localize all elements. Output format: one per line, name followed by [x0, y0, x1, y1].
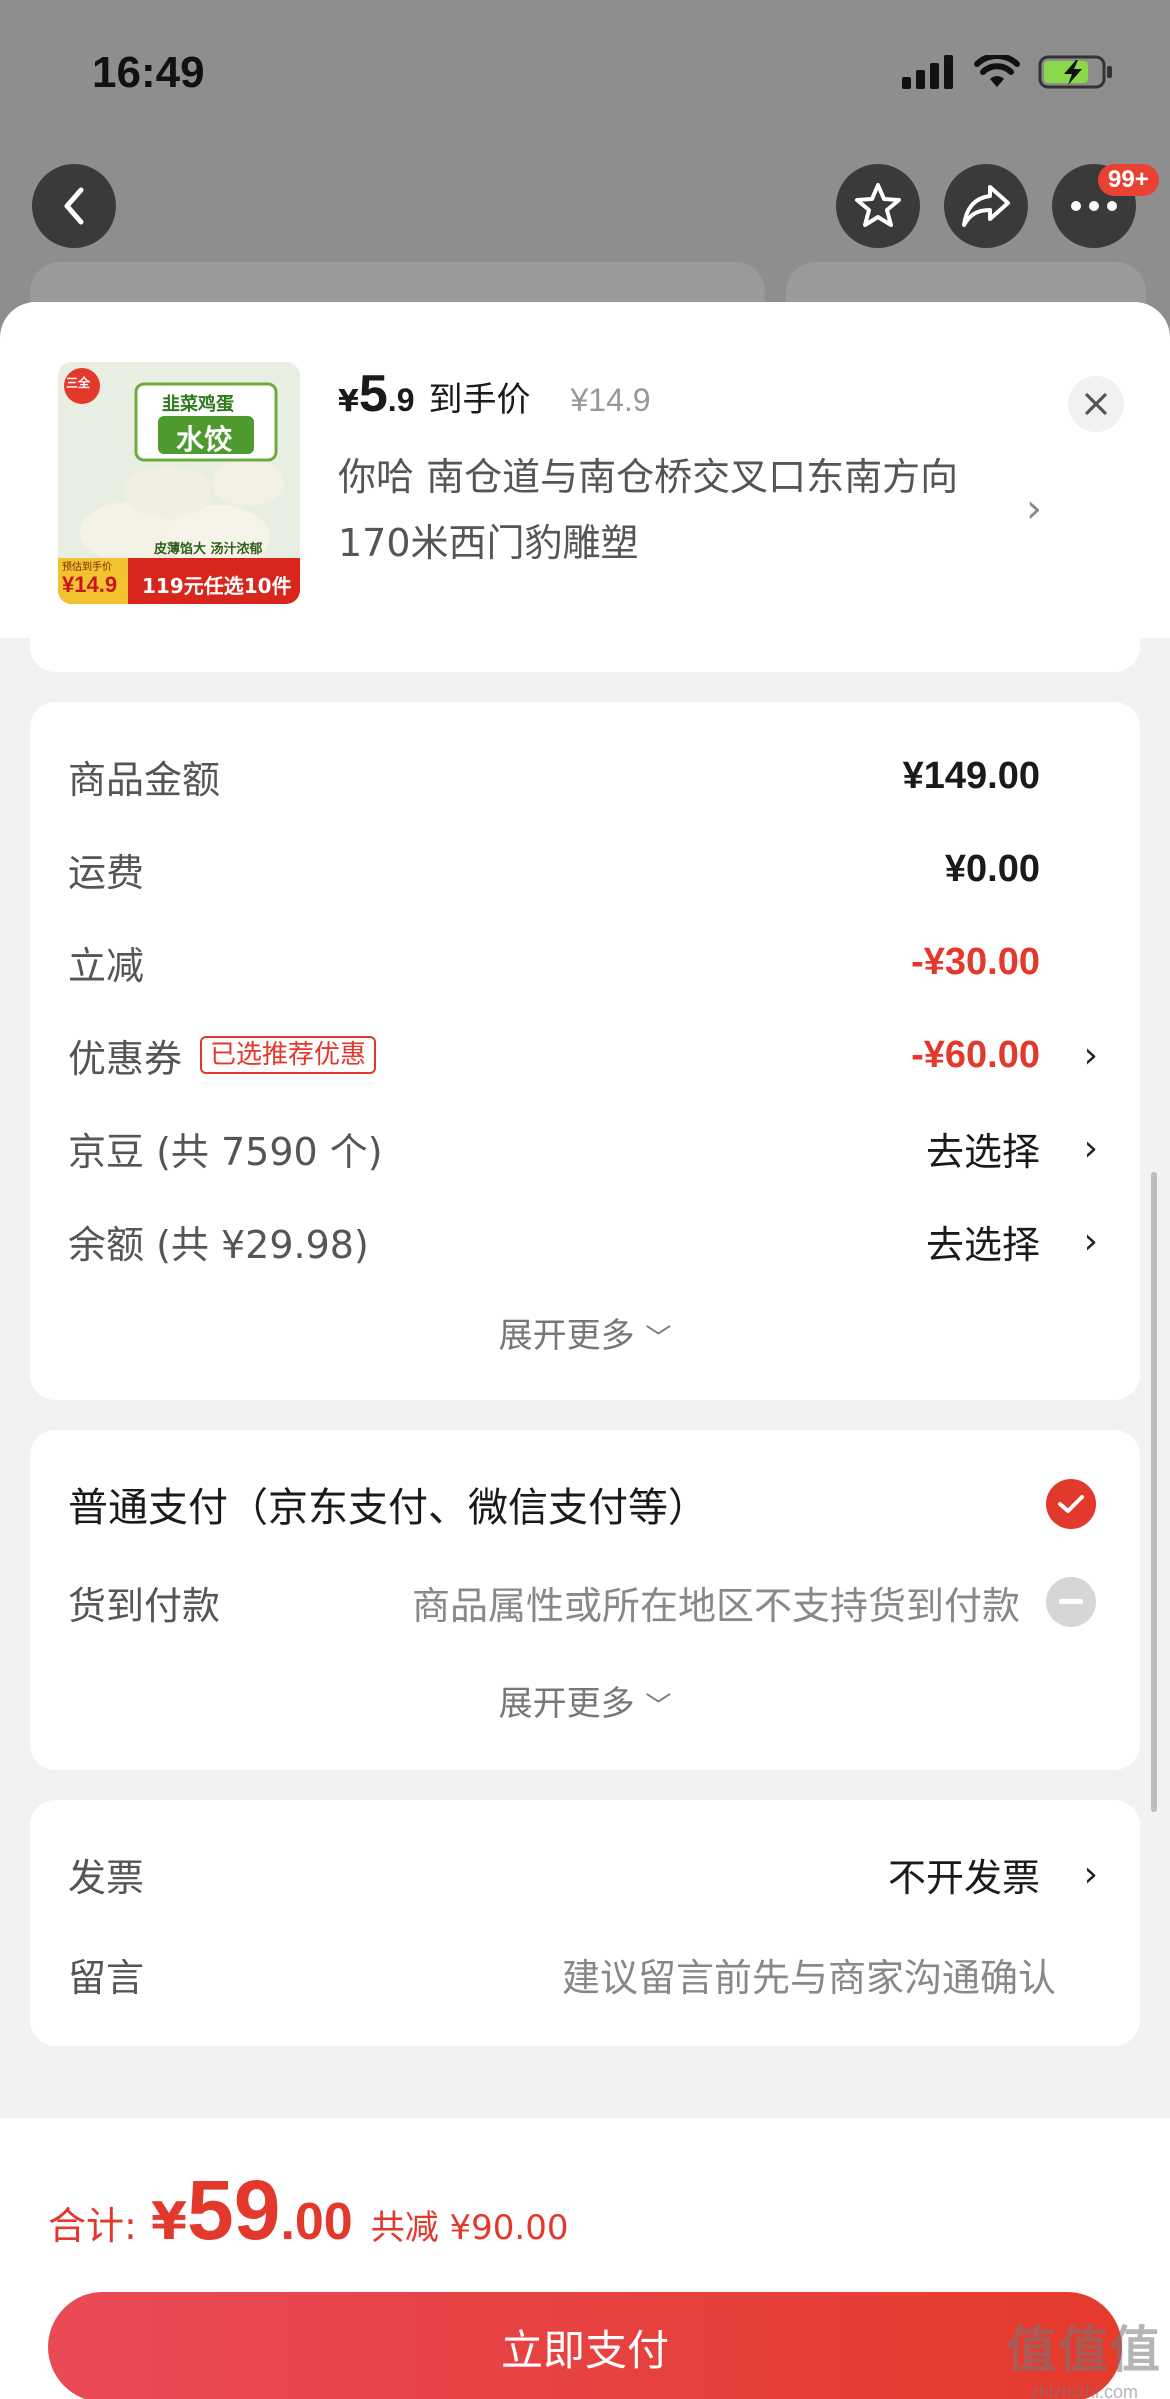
more-icon [1071, 201, 1117, 211]
coupon-row[interactable]: 优惠券 已选推荐优惠 -¥60.00 › [68, 1025, 1102, 1085]
row-value: 去选择 [925, 1129, 1040, 1174]
disabled-icon [1046, 1577, 1096, 1627]
row-label: 发票 [68, 1855, 145, 1900]
cost-breakdown-card: 商品金额 ¥149.00 运费 ¥0.00 立减 -¥30.00 优惠券 已选推… [30, 702, 1140, 1400]
row-label: 余额 (共 ¥29.98) [68, 1222, 369, 1267]
instant-discount-row: 立减 -¥30.00 [68, 932, 1102, 992]
wifi-icon [974, 55, 1020, 87]
thumb-promo-label: 预估到手价 [62, 562, 112, 573]
checkout-sheet: 三全 韭菜鸡蛋 水饺 皮薄馅大 汤汁浓郁 预估到手价 ¥14.9 119元任选1… [0, 302, 1170, 2399]
row-value: ¥149.00 [902, 754, 1040, 797]
share-icon [962, 185, 1010, 227]
expand-more-button[interactable]: 展开更多 ﹀ [30, 1308, 1140, 1357]
total-label: 合计: [48, 2204, 137, 2248]
price-label: 到手价 [428, 380, 531, 420]
chevron-right-icon: › [1083, 1127, 1098, 1169]
payment-option-label: 货到付款 [68, 1583, 221, 1628]
total-integer: 59 [187, 2163, 281, 2257]
close-icon [1085, 393, 1107, 415]
shipping-row: 运费 ¥0.00 [68, 839, 1102, 899]
expand-label: 展开更多 [498, 1316, 635, 1356]
payment-option-cod: 货到付款 商品属性或所在地区不支持货到付款 [68, 1572, 1102, 1632]
selected-check-icon[interactable] [1046, 1479, 1096, 1529]
row-label: 京豆 (共 7590 个) [68, 1129, 383, 1174]
chevron-right-icon: › [1083, 1034, 1098, 1076]
thumb-name-main: 水饺 [176, 423, 233, 456]
total-currency: ¥ [150, 2192, 187, 2252]
watermark-text: 值值值 [1006, 2321, 1162, 2379]
invoice-row[interactable]: 发票 不开发票 › [68, 1844, 1102, 1904]
row-label: 留言 [68, 1955, 145, 2000]
price-currency: ¥ [338, 384, 359, 419]
expand-more-button[interactable]: 展开更多 ﹀ [30, 1676, 1140, 1725]
total-decimal: .00 [280, 2193, 353, 2251]
close-button[interactable] [1068, 376, 1124, 432]
row-label: 立减 [68, 943, 145, 988]
chevron-right-icon[interactable]: › [1026, 486, 1042, 532]
product-summary: 三全 韭菜鸡蛋 水饺 皮薄馅大 汤汁浓郁 预估到手价 ¥14.9 119元任选1… [0, 302, 1170, 638]
thumb-name-top: 韭菜鸡蛋 [162, 394, 234, 415]
coupon-tag: 已选推荐优惠 [200, 1036, 377, 1074]
row-label: 运费 [68, 850, 145, 895]
chevron-down-icon: ﹀ [645, 1324, 672, 1354]
price-decimal: .9 [387, 382, 415, 418]
product-thumbnail: 三全 韭菜鸡蛋 水饺 皮薄馅大 汤汁浓郁 预估到手价 ¥14.9 119元任选1… [58, 362, 300, 604]
share-button[interactable] [944, 164, 1028, 248]
subtotal-row: 商品金额 ¥149.00 [68, 746, 1102, 806]
payment-option-normal[interactable]: 普通支付（京东支付、微信支付等） [68, 1474, 1102, 1534]
star-icon [855, 183, 901, 227]
thumb-slogan: 皮薄馅大 汤汁浓郁 [154, 542, 263, 557]
row-value: 不开发票 [887, 1855, 1040, 1900]
status-time: 16:49 [92, 48, 205, 97]
thumb-brand: 三全 [66, 376, 91, 390]
scrollbar [1151, 1172, 1157, 1812]
chevron-right-icon: › [1083, 1220, 1098, 1262]
address-card-bottom [30, 638, 1140, 672]
chevron-down-icon: ﹀ [645, 1692, 672, 1722]
watermark: 值值值 zhizhizhi.com [1006, 2310, 1162, 2399]
pay-now-button[interactable]: 立即支付 [48, 2292, 1122, 2399]
total-savings: 共减 ¥90.00 [370, 2208, 569, 2248]
balance-row[interactable]: 余额 (共 ¥29.98) 去选择 › [68, 1211, 1102, 1271]
price-integer: 5 [358, 365, 388, 423]
message-badge: 99+ [1098, 164, 1159, 196]
checkout-footer: 合计: ¥ 59 .00 共减 ¥90.00 立即支付 [0, 2118, 1170, 2399]
row-value: -¥60.00 [911, 1033, 1040, 1076]
thumb-promo-deal: 119元任选10件 [142, 574, 292, 598]
status-icons [902, 54, 1114, 90]
cod-unavailable-note: 商品属性或所在地区不支持货到付款 [411, 1583, 1020, 1628]
message-row[interactable]: 留言 建议留言前先与商家沟通确认 [68, 1944, 1102, 2004]
favorite-button[interactable] [836, 164, 920, 248]
payment-method-card: 普通支付（京东支付、微信支付等） 货到付款 商品属性或所在地区不支持货到付款 展… [30, 1430, 1140, 1770]
thumb-promo-price: ¥14.9 [62, 572, 118, 597]
watermark-url: zhizhizhi.com [1029, 2382, 1139, 2399]
battery-icon [1038, 55, 1112, 89]
chevron-right-icon: › [1083, 1853, 1098, 1895]
signal-icon [902, 55, 953, 89]
original-price: ¥14.9 [570, 382, 651, 418]
status-bar: 16:49 [0, 0, 1170, 140]
back-button[interactable] [32, 164, 116, 248]
payment-option-label: 普通支付（京东支付、微信支付等） [68, 1485, 708, 1531]
row-label: 优惠券 [68, 1036, 183, 1081]
row-value: ¥0.00 [944, 847, 1040, 890]
message-input[interactable]: 建议留言前先与商家沟通确认 [562, 1947, 1056, 2002]
row-label: 商品金额 [68, 757, 221, 802]
price-line: ¥ 5 .9 到手价 ¥14.9 [338, 364, 651, 424]
row-value: 去选择 [925, 1222, 1040, 1267]
chevron-left-icon [64, 187, 84, 225]
row-value: -¥30.00 [911, 940, 1040, 983]
invoice-card: 发票 不开发票 › 留言 建议留言前先与商家沟通确认 [30, 1800, 1140, 2046]
delivery-address[interactable]: 你哈 南仓道与南仓桥交叉口东南方向170米西门豹雕塑 [338, 444, 1018, 576]
jingdou-row[interactable]: 京豆 (共 7590 个) 去选择 › [68, 1118, 1102, 1178]
total-line: 合计: ¥ 59 .00 共减 ¥90.00 [48, 2162, 569, 2259]
expand-label: 展开更多 [498, 1684, 635, 1724]
